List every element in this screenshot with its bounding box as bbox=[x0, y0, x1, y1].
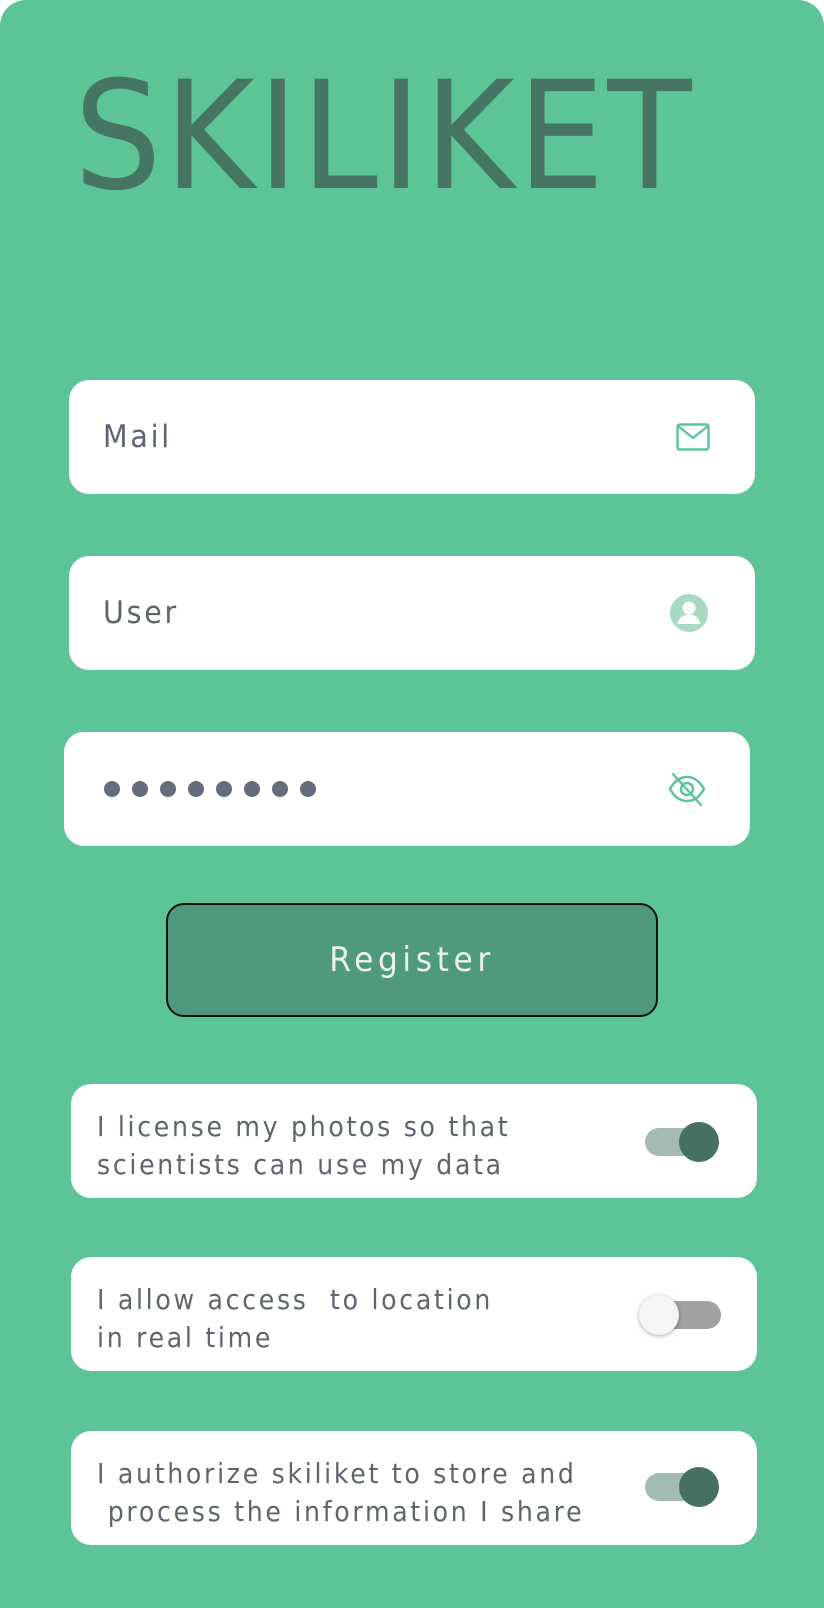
photo-license-toggle[interactable] bbox=[641, 1120, 721, 1164]
password-field[interactable] bbox=[64, 732, 750, 846]
password-masked-value bbox=[104, 732, 316, 846]
user-placeholder: User bbox=[103, 595, 180, 631]
eye-off-icon[interactable] bbox=[668, 770, 706, 808]
consent-text-data-processing: I authorize skiliket to store and proces… bbox=[97, 1457, 585, 1528]
mail-field[interactable]: Mail bbox=[69, 380, 755, 494]
consent-card-data-processing: I authorize skiliket to store and proces… bbox=[71, 1431, 757, 1545]
register-button[interactable]: Register bbox=[166, 903, 658, 1017]
consent-text-photo-license: I license my photos so that scientists c… bbox=[97, 1110, 511, 1181]
user-field[interactable]: User bbox=[69, 556, 755, 670]
toggle-thumb bbox=[679, 1122, 719, 1162]
consent-text-location: I allow access to location in real time bbox=[97, 1283, 494, 1354]
user-icon bbox=[669, 593, 709, 633]
location-toggle[interactable] bbox=[639, 1293, 721, 1337]
consent-card-photo-license: I license my photos so that scientists c… bbox=[71, 1084, 757, 1198]
app-logo: SKILIKET bbox=[74, 50, 695, 224]
mail-icon bbox=[675, 421, 711, 453]
data-processing-toggle[interactable] bbox=[641, 1465, 721, 1509]
mail-placeholder: Mail bbox=[103, 419, 172, 455]
consent-card-location: I allow access to location in real time bbox=[71, 1257, 757, 1371]
toggle-thumb bbox=[639, 1295, 679, 1335]
register-button-label: Register bbox=[329, 940, 495, 980]
toggle-thumb bbox=[679, 1467, 719, 1507]
register-screen: SKILIKET Mail User Register I license my… bbox=[0, 0, 824, 1608]
